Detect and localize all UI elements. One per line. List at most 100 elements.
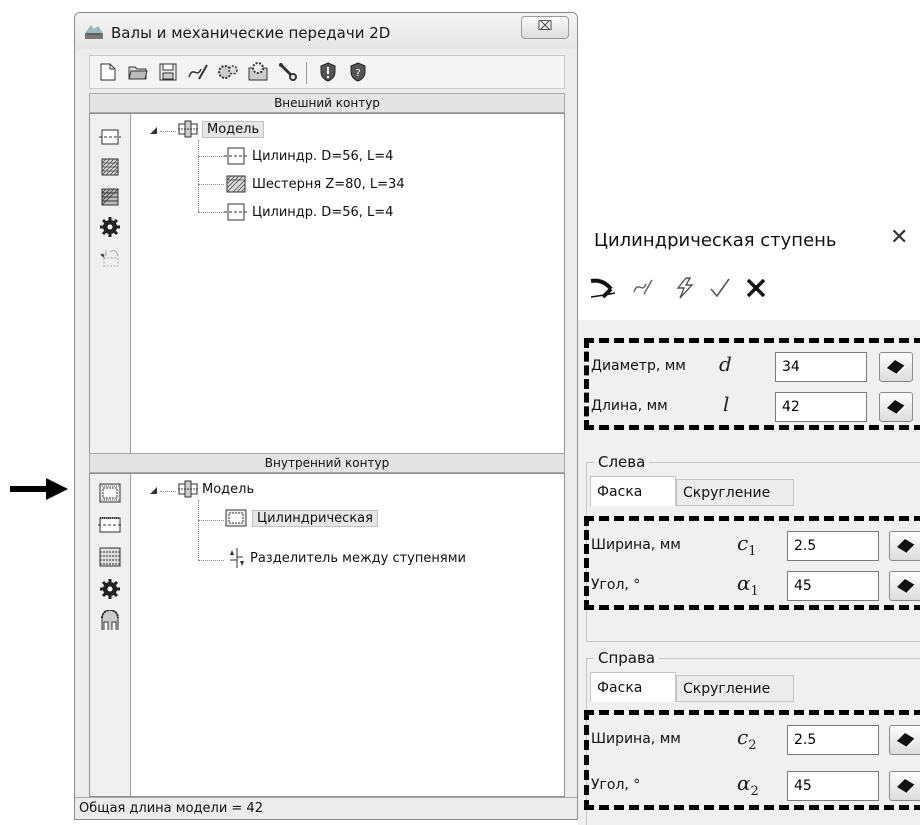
- tree-item-cylinder[interactable]: Цилиндр. D=56, L=4: [224, 202, 393, 222]
- pointer-arrow-icon: [10, 478, 68, 500]
- edit-curve-icon[interactable]: [186, 60, 210, 84]
- gear-step-icon[interactable]: [98, 156, 122, 178]
- field-symbol: α1: [737, 571, 759, 599]
- tree-connector: [198, 560, 224, 561]
- inner-spline-icon[interactable]: [98, 546, 122, 568]
- model-icon: [178, 480, 198, 498]
- symbol-text: d: [719, 352, 732, 376]
- close-button[interactable]: ⌧: [521, 16, 569, 39]
- field-symbol: α2: [737, 771, 759, 799]
- toolbar-separator: [306, 62, 307, 84]
- right-angle-row: Угол, ° α2: [589, 771, 920, 801]
- tab-chamfer-right[interactable]: Фаска: [590, 672, 676, 702]
- cylinder-step-icon: [224, 203, 248, 221]
- open-folder-icon[interactable]: [126, 60, 150, 84]
- symbol-text: c: [737, 531, 749, 555]
- tab-fillet-right[interactable]: Скругление: [676, 675, 794, 702]
- tree-item-gear[interactable]: Шестерня Z=80, L=34: [224, 174, 405, 194]
- left-width-row: Ширина, мм c1: [589, 531, 920, 561]
- tree-item-cylinder[interactable]: Цилиндр. D=56, L=4: [224, 146, 393, 166]
- cancel-icon[interactable]: [740, 274, 772, 302]
- left-width-edit-button[interactable]: [889, 531, 920, 561]
- right-angle-input[interactable]: [787, 771, 879, 801]
- collapse-triangle-icon[interactable]: [150, 127, 158, 135]
- inner-cylinder-icon[interactable]: [98, 482, 122, 504]
- save-icon[interactable]: [156, 60, 180, 84]
- field-label: Угол, °: [591, 577, 641, 593]
- separator-icon: [230, 548, 244, 568]
- sprocket-icon[interactable]: [98, 578, 122, 600]
- inner-contour-header: Внутренний контур: [89, 453, 565, 473]
- left-angle-edit-button[interactable]: [889, 571, 920, 601]
- field-label: Диаметр, мм: [591, 358, 686, 374]
- symbol-text: α: [737, 771, 751, 795]
- tree-node-label: Шестерня Z=80, L=34: [252, 176, 405, 192]
- left-width-input[interactable]: [787, 531, 879, 561]
- symbol-subscript: 1: [750, 584, 759, 599]
- check-icon[interactable]: [704, 274, 736, 302]
- shield-check-icon[interactable]: [316, 60, 340, 84]
- eraser-icon: [897, 733, 916, 748]
- outer-contour-panel: Модель Цилиндр. D=56, L=4 Шестерня Z=80,…: [89, 113, 565, 459]
- shield-question-icon[interactable]: ?: [346, 60, 370, 84]
- panel-body: Диаметр, мм d Длина, мм l Слева Фаска Ск…: [578, 320, 920, 825]
- length-edit-button[interactable]: [879, 392, 913, 422]
- dimensions-box: Диаметр, мм d Длина, мм l: [584, 338, 920, 430]
- apply-exit-icon[interactable]: [588, 274, 620, 302]
- cylinder-step-icon[interactable]: [98, 126, 122, 148]
- title-bar: Валы и механические передачи 2D ⌧: [75, 13, 577, 49]
- symbol-text: l: [723, 392, 730, 416]
- insert-element-icon[interactable]: [98, 246, 122, 268]
- tree-root-model[interactable]: Модель: [178, 480, 254, 498]
- gear-param-icon[interactable]: [246, 60, 270, 84]
- right-group-label: Справа: [594, 649, 660, 667]
- main-window: Валы и механические передачи 2D ⌧ ? Внеш…: [74, 12, 578, 820]
- right-tabs: Фаска Скругление: [590, 672, 920, 702]
- edit-curve-icon[interactable]: [628, 274, 660, 302]
- tab-fillet-left[interactable]: Скругление: [676, 479, 794, 506]
- tree-node-label: Модель: [202, 120, 265, 138]
- tree-node-label: Модель: [202, 481, 255, 497]
- length-row: Длина, мм l: [589, 392, 920, 422]
- wrench-icon[interactable]: [276, 60, 300, 84]
- tree-connector: [198, 212, 224, 213]
- diameter-edit-button[interactable]: [879, 352, 913, 382]
- tab-chamfer-left[interactable]: Фаска: [590, 476, 676, 506]
- left-angle-input[interactable]: [787, 571, 879, 601]
- field-label: Длина, мм: [591, 398, 668, 414]
- inner-gear-icon[interactable]: [98, 610, 122, 632]
- new-file-icon[interactable]: [96, 60, 120, 84]
- eraser-icon: [897, 539, 916, 554]
- app-icon: [85, 25, 103, 39]
- model-icon: [178, 120, 198, 138]
- tree-connector: [198, 140, 199, 212]
- inner-groove-icon[interactable]: [98, 514, 122, 536]
- sprocket-icon[interactable]: [98, 216, 122, 238]
- tree-item-inner-cylinder[interactable]: Цилиндрическая: [224, 508, 378, 528]
- length-input[interactable]: [775, 392, 867, 422]
- tree-connector: [160, 131, 176, 132]
- tree-root-model[interactable]: Модель: [178, 120, 265, 138]
- tree-connector: [198, 184, 224, 185]
- diameter-input[interactable]: [775, 352, 867, 382]
- right-angle-edit-button[interactable]: [889, 771, 920, 801]
- collapse-triangle-icon[interactable]: [150, 487, 158, 495]
- tree-item-separator[interactable]: Разделитель между ступенями: [228, 548, 466, 568]
- gear-settings-icon[interactable]: [216, 60, 240, 84]
- panel-close-button[interactable]: ✕: [890, 225, 908, 250]
- field-symbol: d: [719, 352, 732, 376]
- field-label: Ширина, мм: [591, 731, 681, 747]
- right-width-input[interactable]: [787, 725, 879, 755]
- field-label: Угол, °: [591, 777, 641, 793]
- tree-connector: [198, 500, 199, 560]
- field-symbol: c2: [737, 725, 756, 753]
- cylinder-step-icon: [224, 147, 248, 165]
- right-width-edit-button[interactable]: [889, 725, 920, 755]
- window-title: Валы и механические передачи 2D: [111, 24, 391, 42]
- field-label: Ширина, мм: [591, 537, 681, 553]
- right-chamfer-box: Ширина, мм c2 Угол, ° α2: [584, 710, 920, 810]
- lightning-icon[interactable]: [668, 274, 700, 302]
- symbol-text: α: [737, 571, 751, 595]
- diameter-row: Диаметр, мм d: [589, 352, 920, 382]
- spline-step-icon[interactable]: [98, 186, 122, 208]
